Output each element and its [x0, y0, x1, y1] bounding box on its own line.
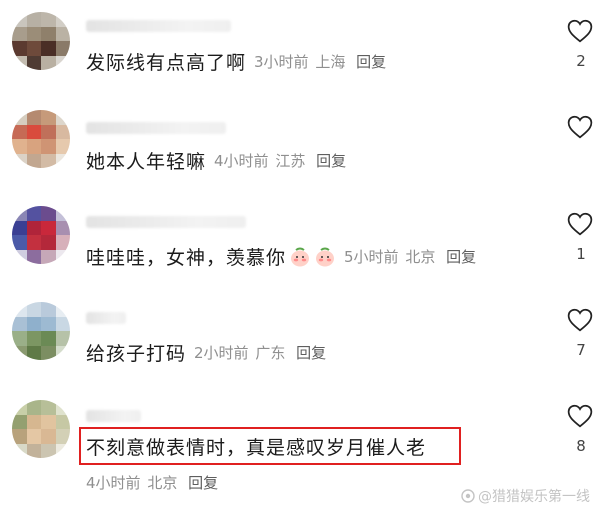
like-count: 8 — [576, 437, 586, 455]
comment-location: 广东 — [255, 344, 286, 362]
username-blurred[interactable] — [86, 312, 126, 324]
comment-line: 哇哇哇，女神，羡慕你 5小时前 北京 回复 — [86, 243, 476, 270]
comment-location: 北京 — [405, 248, 436, 266]
comment-text: 发际线有点高了啊 — [86, 52, 247, 74]
username-blurred[interactable] — [86, 410, 141, 422]
watermark: @猎猎娱乐第一线 — [461, 486, 590, 506]
comment-line: 不刻意做表情时，真是感叹岁月催人老 — [86, 433, 426, 460]
comment-text: 她本人年轻嘛 — [86, 151, 207, 173]
comment-text: 哇哇哇，女神，羡慕你 — [86, 247, 287, 269]
comment-time: 2小时前 — [194, 344, 249, 362]
watermark-logo-icon — [461, 489, 475, 503]
reply-button[interactable]: 回复 — [356, 53, 386, 71]
heart-icon[interactable] — [567, 308, 593, 332]
comment-time: 5小时前 — [344, 248, 399, 266]
comment-item: 给孩子打码 2小时前 广东 回复 7 — [0, 288, 600, 384]
like-count: 2 — [576, 52, 586, 70]
avatar[interactable] — [12, 302, 70, 360]
comment-location: 江苏 — [275, 152, 306, 170]
comment-location: 北京 — [147, 474, 178, 492]
comment-text: 不刻意做表情时，真是感叹岁月催人老 — [86, 437, 427, 459]
heart-icon[interactable] — [567, 212, 593, 236]
comment-time: 4小时前 — [86, 474, 141, 492]
heart-icon[interactable] — [567, 115, 593, 139]
reply-button[interactable]: 回复 — [188, 474, 218, 492]
watermark-text: @猎猎娱乐第一线 — [478, 489, 590, 505]
comment-location: 上海 — [315, 53, 346, 71]
comment-meta: 2小时前 广东 回复 — [194, 342, 326, 363]
heart-icon[interactable] — [567, 19, 593, 43]
comment-time: 4小时前 — [214, 152, 269, 170]
comment-meta: 4小时前 江苏 回复 — [214, 150, 346, 171]
heart-icon[interactable] — [567, 404, 593, 428]
comment-meta: 3小时前 上海 回复 — [254, 51, 386, 72]
username-blurred[interactable] — [86, 216, 246, 228]
comment-meta: 4小时前 北京 回复 — [86, 472, 218, 493]
comment-item: 她本人年轻嘛 4小时前 江苏 回复 — [0, 96, 600, 192]
avatar[interactable] — [12, 206, 70, 264]
peach-emoji — [291, 247, 310, 266]
comment-item: 哇哇哇，女神，羡慕你 5小时前 北京 回复 1 — [0, 192, 600, 288]
comment-time: 3小时前 — [254, 53, 309, 71]
avatar[interactable] — [12, 12, 70, 70]
like-count: 1 — [576, 245, 586, 263]
reply-button[interactable]: 回复 — [446, 248, 476, 266]
comment-line: 她本人年轻嘛 4小时前 江苏 回复 — [86, 147, 346, 174]
username-blurred[interactable] — [86, 122, 226, 134]
username-blurred[interactable] — [86, 20, 231, 32]
reply-button[interactable]: 回复 — [316, 152, 346, 170]
reply-button[interactable]: 回复 — [296, 344, 326, 362]
like-count: 7 — [576, 341, 586, 359]
peach-emoji — [316, 247, 335, 266]
avatar[interactable] — [12, 400, 70, 458]
comment-meta: 5小时前 北京 回复 — [344, 246, 476, 267]
avatar[interactable] — [12, 110, 70, 168]
comment-line: 给孩子打码 2小时前 广东 回复 — [86, 339, 326, 366]
comment-item: 发际线有点高了啊 3小时前 上海 回复 2 — [0, 0, 600, 96]
comment-text: 给孩子打码 — [86, 343, 187, 365]
comment-line: 发际线有点高了啊 3小时前 上海 回复 — [86, 48, 386, 75]
